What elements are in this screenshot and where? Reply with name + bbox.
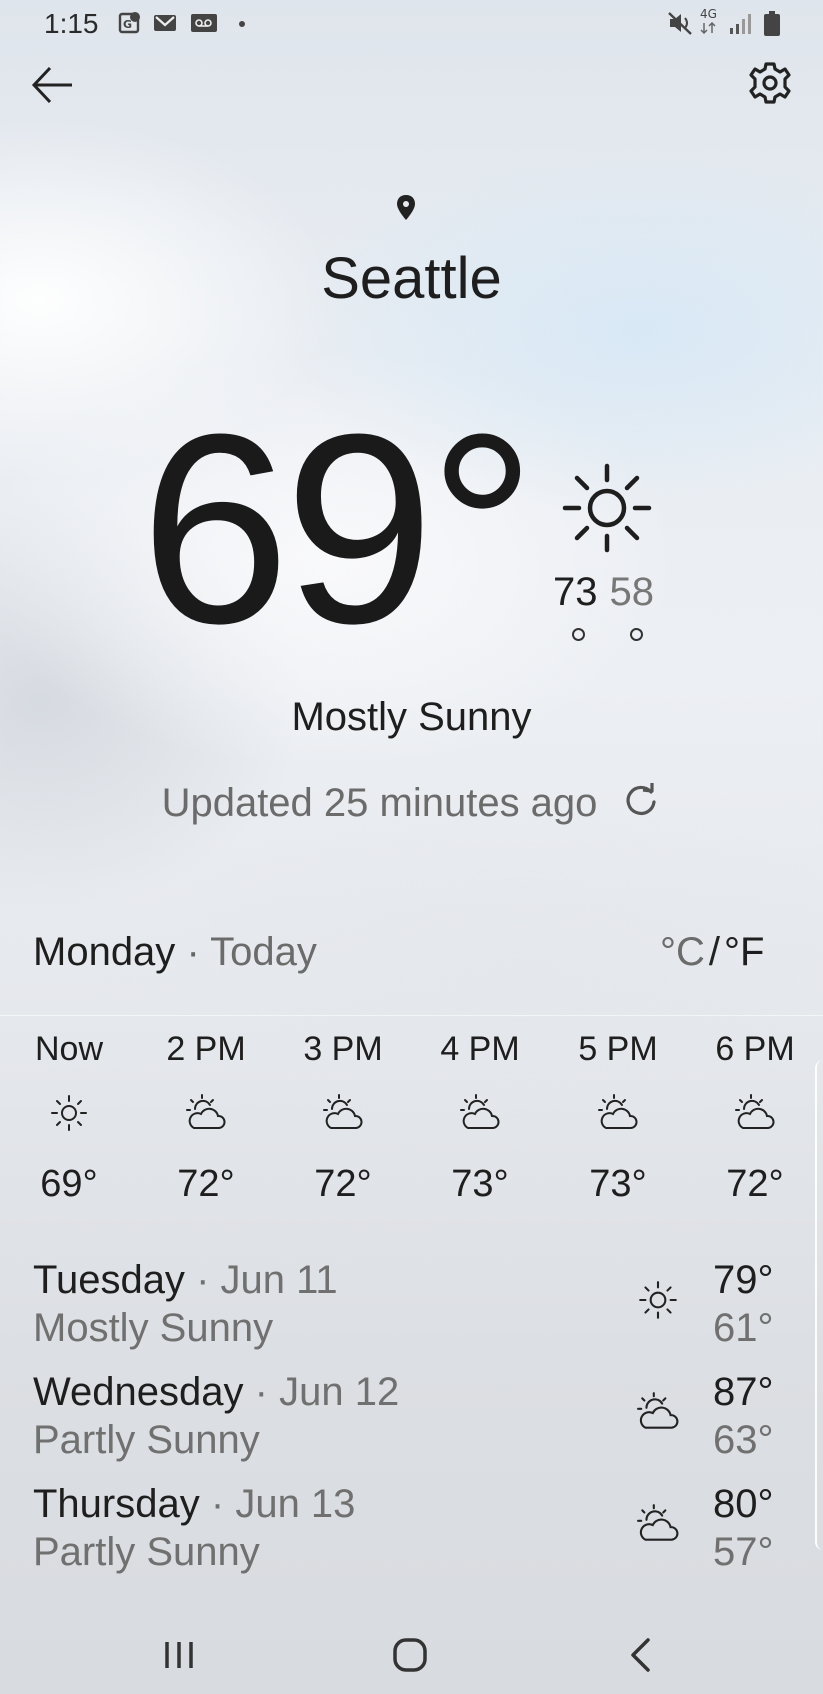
daily-day-line: Thursday · Jun 13 [33,1482,355,1527]
signal-icon [730,14,751,34]
daily-low: 57° [713,1530,774,1574]
celsius-option[interactable]: °C [660,930,705,974]
hourly-temp: 73° [589,1163,647,1205]
hourly-item: 6 PM 72° [695,1030,815,1206]
voicemail-notification-icon [191,14,217,32]
daily-separator: · [210,1482,225,1526]
fahrenheit-option[interactable]: °F [724,930,764,974]
daily-item-thursday[interactable]: Thursday · Jun 13 Partly Sunny 80° 57° [0,1482,823,1594]
location-pin-icon [397,195,415,220]
daily-high: 87° [713,1370,774,1414]
refresh-icon [626,783,657,815]
hourly-temp: 73° [451,1163,509,1205]
high-degree-symbol [572,628,585,641]
svg-text:G: G [123,18,132,31]
hourly-time: Now [34,1030,104,1068]
hourly-time: 5 PM [578,1030,658,1068]
daily-date: Jun 12 [279,1370,400,1414]
recents-button[interactable] [154,1630,204,1680]
daily-low: 63° [713,1418,774,1462]
sun-icon [639,1281,677,1319]
hourly-temp: 72° [177,1163,235,1205]
updated-row: Updated 25 minutes ago [0,780,823,826]
daily-day: Thursday [33,1482,200,1526]
low-degree-symbol [630,628,643,641]
refresh-button[interactable] [621,780,661,820]
data-arrows-icon [700,22,716,34]
status-time: 1:15 [44,8,99,39]
more-notifications-icon [239,21,245,27]
daily-day: Wednesday [33,1370,244,1414]
daily-day: Tuesday [33,1258,185,1302]
daily-date: Jun 11 [220,1258,338,1302]
network-type: 4G [700,7,717,21]
hourly-forecast[interactable]: Now 69° 2 PM 72° 3 PM 72° 4 PM 73° 5 PM … [0,1030,823,1230]
daily-high: 79° [713,1258,774,1302]
mute-icon [668,12,692,35]
today-label: Today [210,930,317,974]
status-bar: 1:15 G 4G [0,0,823,48]
current-temperature: 69° [140,379,536,680]
back-button[interactable] [28,60,78,110]
daily-condition: Mostly Sunny [33,1306,274,1350]
arrow-left-icon [31,66,72,104]
unit-toggle[interactable]: °C / °F [660,930,764,975]
hourly-item: Now 69° [9,1030,129,1206]
daily-high: 80° [713,1482,774,1526]
hourly-item: 3 PM 72° [283,1030,403,1206]
today-header: Monday · Today [33,930,317,975]
high-low-temps: 73 58 [553,570,654,614]
partly-sunny-icon [637,1392,679,1429]
hourly-item: 5 PM 73° [558,1030,678,1206]
partly-sunny-icon [637,1504,679,1541]
daily-day-line: Wednesday · Jun 12 [33,1370,399,1415]
maps-notification-icon: G [118,12,140,34]
sun-icon [562,463,652,553]
home-icon [393,1638,427,1672]
hourly-time: 6 PM [715,1030,795,1068]
current-condition: Mostly Sunny [291,695,532,739]
daily-separator: · [196,1258,210,1302]
hourly-time: 2 PM [166,1030,246,1068]
recents-icon [165,1642,193,1668]
today-day: Monday [33,930,176,974]
gmail-notification-icon [154,15,176,31]
city-name: Seattle [321,246,502,311]
today-separator: · [186,930,200,974]
navigation-bar [0,1610,823,1694]
daily-date: Jun 13 [235,1482,356,1526]
daily-low: 61° [713,1306,774,1350]
hourly-temp: 72° [314,1163,372,1205]
divider [0,1015,823,1016]
partly-sunny-icon [323,1094,363,1129]
daily-item-wednesday[interactable]: Wednesday · Jun 12 Partly Sunny 87° 63° [0,1370,823,1482]
daily-separator: · [254,1370,268,1414]
settings-button[interactable] [747,60,793,106]
daily-day-line: Tuesday · Jun 11 [33,1258,338,1303]
home-button[interactable] [385,1630,435,1680]
updated-text: Updated 25 minutes ago [161,781,598,825]
hourly-item: 4 PM 73° [420,1030,540,1206]
daily-condition: Partly Sunny [33,1530,260,1574]
daily-item-tuesday[interactable]: Tuesday · Jun 11 Mostly Sunny 79° 61° [0,1258,823,1370]
partly-sunny-icon [460,1094,500,1129]
battery-icon [764,11,780,36]
back-chevron-icon [631,1638,650,1672]
partly-sunny-icon [598,1094,638,1129]
daily-condition: Partly Sunny [33,1418,260,1462]
nav-back-button[interactable] [616,1630,666,1680]
hourly-time: 4 PM [440,1030,520,1068]
sun-icon [51,1095,87,1131]
partly-sunny-icon [186,1094,226,1129]
hourly-time: 3 PM [303,1030,383,1068]
hourly-temp: 72° [726,1163,784,1205]
high-temp: 73 [553,570,598,614]
gear-icon [749,62,791,104]
low-temp: 58 [609,570,655,614]
hourly-item: 2 PM 72° [146,1030,266,1206]
partly-sunny-icon [735,1094,775,1129]
unit-slash: / [708,930,721,974]
hourly-temp: 69° [40,1163,98,1205]
